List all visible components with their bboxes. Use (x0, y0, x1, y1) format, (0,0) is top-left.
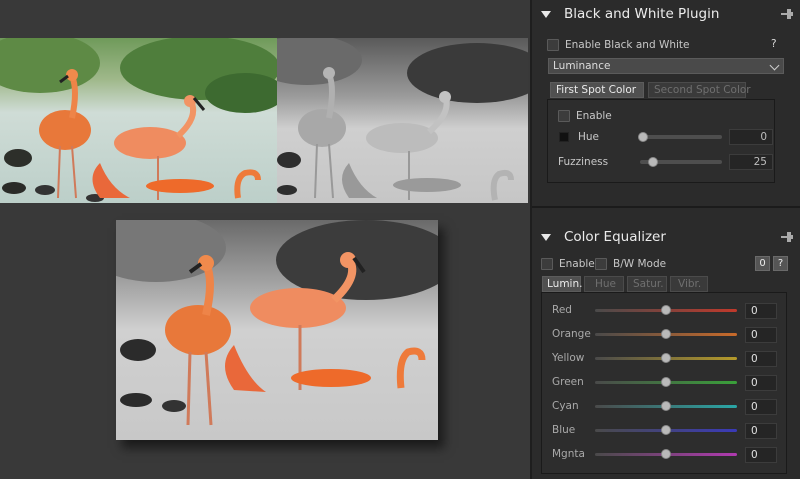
hue-label: Hue (578, 131, 600, 143)
bw-mode-dropdown[interactable]: Luminance (548, 58, 784, 74)
channel-slider-knob[interactable] (661, 305, 671, 315)
equalizer-enable-checkbox[interactable] (541, 258, 553, 270)
tab-first-spot-color[interactable]: First Spot Color (550, 82, 644, 98)
bw-help-button[interactable]: ? (771, 38, 777, 50)
channel-slider-knob[interactable] (661, 401, 671, 411)
channel-slider-knob[interactable] (661, 449, 671, 459)
fuzziness-value-field[interactable]: 25 (729, 154, 773, 170)
channel-value-field[interactable]: 0 (745, 375, 777, 391)
equalizer-enable-label: Enable (559, 258, 595, 270)
hue-slider-knob[interactable] (638, 132, 648, 142)
pin-icon[interactable] (781, 9, 793, 19)
enable-bw-label: Enable Black and White (565, 39, 690, 51)
section-divider (532, 206, 800, 208)
channel-label: Orange (552, 328, 591, 340)
channel-value-field[interactable]: 0 (745, 351, 777, 367)
channel-label: Red (552, 304, 572, 316)
collapse-triangle-icon[interactable] (541, 11, 551, 18)
hue-slider-track[interactable] (640, 135, 722, 139)
fuzziness-label: Fuzziness (558, 156, 609, 168)
channel-label: Yellow (552, 352, 585, 364)
channel-label: Blue (552, 424, 576, 436)
tab-vibrance[interactable]: Vibr. (670, 276, 708, 292)
channel-slider-knob[interactable] (661, 425, 671, 435)
equalizer-help-button[interactable]: ? (773, 256, 788, 271)
channel-label: Mgnta (552, 448, 585, 460)
channel-value-field[interactable]: 0 (745, 399, 777, 415)
bw-plugin-header[interactable]: Black and White Plugin (532, 0, 800, 30)
channel-label: Cyan (552, 400, 579, 412)
channel-slider-knob[interactable] (661, 377, 671, 387)
bw-mode-label: B/W Mode (613, 258, 667, 270)
enable-bw-checkbox[interactable] (547, 39, 559, 51)
equalizer-title: Color Equalizer (564, 229, 666, 245)
grayscale-photo (277, 38, 528, 203)
bw-mode-value: Luminance (553, 60, 611, 72)
equalizer-header[interactable]: Color Equalizer (532, 223, 800, 253)
channel-value-field[interactable]: 0 (745, 303, 777, 319)
channel-slider-knob[interactable] (661, 353, 671, 363)
bw-mode-checkbox[interactable] (595, 258, 607, 270)
fuzziness-slider-knob[interactable] (647, 157, 658, 167)
tab-second-spot-color[interactable]: Second Spot Color (648, 82, 751, 98)
channel-value-field[interactable]: 0 (745, 447, 777, 463)
tab-saturation[interactable]: Satur. (627, 276, 667, 292)
tab-hue[interactable]: Hue (584, 276, 624, 292)
preview-canvas (0, 0, 530, 479)
reset-zero-button[interactable]: 0 (755, 256, 770, 271)
bw-plugin-title: Black and White Plugin (564, 6, 720, 22)
pin-icon[interactable] (781, 232, 793, 242)
result-spot-color-photo (116, 220, 438, 440)
channel-value-field[interactable]: 0 (745, 423, 777, 439)
plugin-panel: Black and White Plugin Enable Black and … (530, 0, 800, 479)
spot-enable-checkbox[interactable] (558, 110, 570, 122)
collapse-triangle-icon[interactable] (541, 234, 551, 241)
channel-value-field[interactable]: 0 (745, 327, 777, 343)
channel-slider-knob[interactable] (661, 329, 671, 339)
chevron-down-icon (769, 60, 780, 71)
spot-enable-label: Enable (576, 110, 612, 122)
hue-value-field[interactable]: 0 (729, 129, 773, 145)
channel-label: Green (552, 376, 584, 388)
hue-color-swatch[interactable] (559, 132, 569, 142)
original-color-photo (0, 38, 277, 203)
tab-luminance[interactable]: Lumin. (542, 276, 582, 292)
